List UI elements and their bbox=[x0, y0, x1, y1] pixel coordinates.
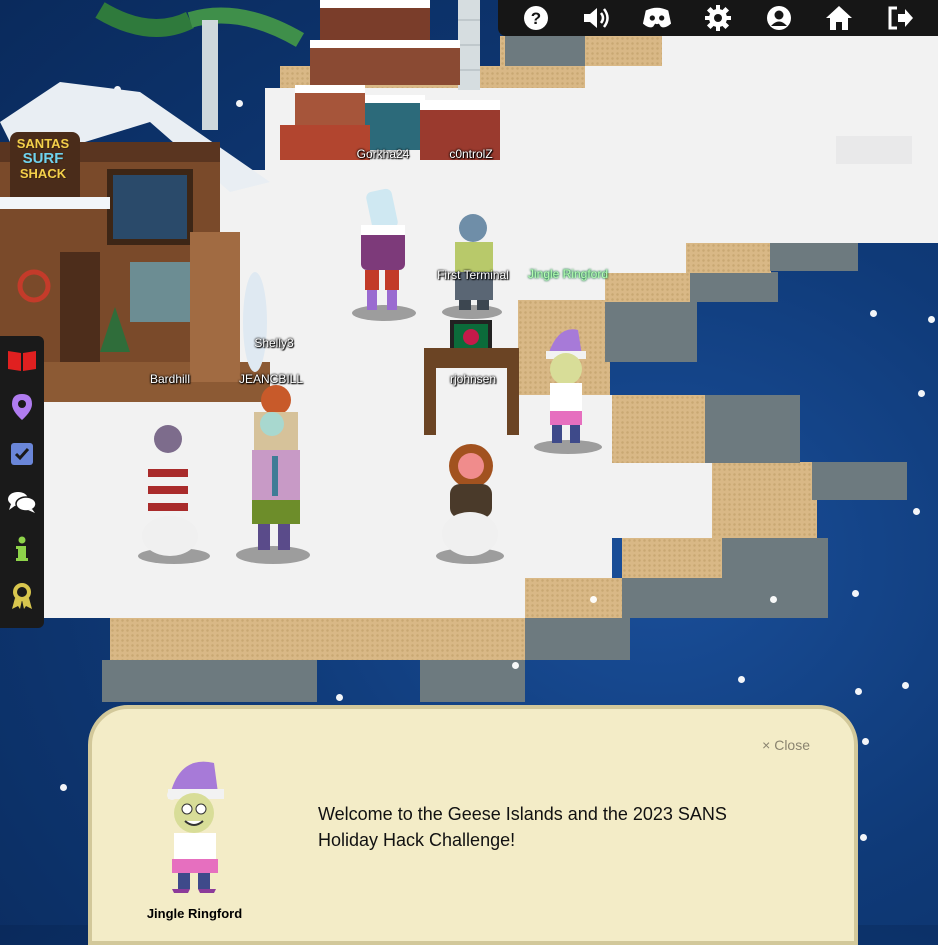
snowflake bbox=[862, 738, 869, 745]
player-avatar-bardhill[interactable] bbox=[140, 424, 205, 559]
snow-ground bbox=[600, 243, 686, 273]
snowflake bbox=[590, 596, 597, 603]
sand-tile bbox=[610, 395, 710, 463]
player-avatar-flower[interactable] bbox=[440, 440, 502, 560]
snowflake bbox=[738, 676, 745, 683]
info-icon[interactable] bbox=[6, 533, 38, 564]
shore-tile bbox=[705, 395, 800, 463]
shore-tile bbox=[722, 538, 828, 578]
shack-sign-line: SURF bbox=[22, 150, 64, 167]
player-name-tag: Shelly3 bbox=[254, 336, 294, 350]
sand-tile bbox=[525, 578, 625, 618]
snowflake bbox=[870, 310, 877, 317]
top-toolbar: ? bbox=[498, 0, 938, 36]
snow-ground bbox=[662, 36, 938, 136]
shack-sign-line: SHACK bbox=[19, 166, 67, 181]
discord-icon[interactable] bbox=[642, 3, 672, 33]
settings-gear-icon[interactable] bbox=[703, 3, 733, 33]
player-name-tag: First Terminal bbox=[437, 268, 509, 282]
shore-tile bbox=[812, 462, 907, 500]
snowflake bbox=[336, 694, 343, 701]
shore-tile bbox=[605, 300, 697, 362]
player-avatar-first-terminal[interactable] bbox=[445, 212, 505, 312]
crate-pile bbox=[280, 0, 500, 160]
player-avatar-sock[interactable] bbox=[355, 185, 415, 315]
snow-ground bbox=[612, 463, 712, 538]
shore-tile bbox=[770, 243, 858, 271]
account-icon[interactable] bbox=[764, 3, 794, 33]
npc-dialog-panel: × Close Jingle Ringford Welcome to the G… bbox=[88, 705, 858, 945]
npc-jingle-ringford[interactable] bbox=[538, 325, 598, 450]
logout-icon[interactable] bbox=[885, 3, 915, 33]
player-name-tag: Gorkha24 bbox=[356, 147, 410, 161]
shore-tile bbox=[102, 660, 317, 702]
volume-icon[interactable] bbox=[582, 3, 612, 33]
npc-name-tag: Jingle Ringford bbox=[527, 267, 609, 281]
shore-tile bbox=[505, 36, 585, 66]
sand-tile bbox=[622, 538, 722, 578]
player-name-tag: rjohnsen bbox=[449, 372, 497, 386]
sand-tile bbox=[686, 243, 771, 273]
left-sidebar bbox=[0, 336, 44, 628]
book-icon[interactable] bbox=[6, 344, 38, 375]
svg-text:?: ? bbox=[531, 9, 541, 28]
player-avatar-jeancbill[interactable] bbox=[242, 380, 312, 555]
map-pin-icon[interactable] bbox=[6, 391, 38, 422]
snowflake bbox=[928, 316, 935, 323]
sand-tile bbox=[110, 618, 525, 660]
player-name-tag: JEANCBILL bbox=[238, 372, 304, 386]
player-name-tag: c0ntrolZ bbox=[449, 147, 493, 161]
shack-sign-line: SANTAS bbox=[16, 136, 70, 151]
npc-portrait-jingle-ringford bbox=[167, 761, 224, 893]
snow-ground bbox=[122, 578, 525, 618]
snowflake bbox=[913, 508, 920, 515]
player-name-tag: Bardhill bbox=[149, 372, 191, 386]
snowflake bbox=[918, 390, 925, 397]
shore-tile bbox=[690, 272, 778, 302]
sand-tile bbox=[712, 462, 817, 538]
snowflake bbox=[770, 596, 777, 603]
shore-tile bbox=[622, 578, 828, 618]
badge-icon[interactable] bbox=[6, 581, 38, 612]
chat-icon[interactable] bbox=[6, 486, 38, 517]
shack-sign: SANTAS SURF SHACK bbox=[10, 136, 76, 181]
home-icon[interactable] bbox=[824, 3, 854, 33]
snowflake bbox=[860, 834, 867, 841]
checklist-icon[interactable] bbox=[6, 439, 38, 470]
dialog-close-button[interactable]: × Close bbox=[762, 737, 810, 753]
dialog-message: Welcome to the Geese Islands and the 202… bbox=[318, 804, 727, 850]
snowflake bbox=[512, 662, 519, 669]
shore-tile bbox=[525, 618, 630, 660]
shore-tile bbox=[420, 660, 525, 702]
snowflake bbox=[852, 590, 859, 597]
snow-ground bbox=[836, 136, 912, 164]
snowflake bbox=[855, 688, 862, 695]
sand-tile bbox=[600, 272, 690, 302]
snowflake bbox=[60, 784, 67, 791]
dialog-npc-name: Jingle Ringford bbox=[146, 906, 243, 921]
snowflake bbox=[902, 682, 909, 689]
help-icon[interactable]: ? bbox=[521, 3, 551, 33]
